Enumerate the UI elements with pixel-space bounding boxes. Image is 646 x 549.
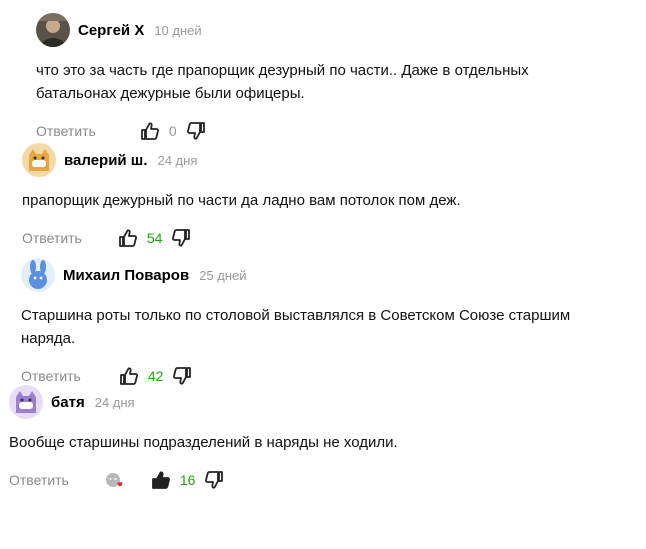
comment: батя 24 дня Вообще старшины подразделени… — [9, 384, 629, 491]
thumbs-down-icon[interactable] — [171, 228, 191, 248]
thumbs-down-icon[interactable] — [186, 121, 206, 141]
comment-date: 24 дня — [157, 152, 198, 168]
thumbs-up-icon[interactable] — [118, 228, 138, 248]
reply-button[interactable]: Ответить — [36, 123, 96, 139]
photo-avatar-icon — [36, 13, 70, 47]
thumbs-down-icon[interactable] — [204, 470, 224, 490]
comment-text: прапорщик дежурный по части да ладно вам… — [22, 192, 461, 209]
like-count: 54 — [146, 230, 163, 246]
reply-button[interactable]: Ответить — [22, 230, 82, 246]
avatar[interactable] — [22, 143, 56, 177]
reactions-icon[interactable] — [105, 471, 123, 489]
bunny-avatar-icon — [21, 258, 55, 292]
author-name[interactable]: батя — [51, 394, 85, 411]
comment-text: что это за часть где прапорщик дезурный … — [36, 62, 529, 102]
thumbs-up-icon[interactable] — [151, 470, 171, 490]
reply-button[interactable]: Ответить — [9, 472, 69, 488]
thumbs-up-icon[interactable] — [140, 121, 160, 141]
comment-date: 25 дней — [199, 267, 247, 283]
comment-date: 24 дня — [94, 394, 135, 410]
author-name[interactable]: Михаил Поваров — [63, 267, 189, 284]
like-count: 16 — [179, 472, 196, 488]
avatar[interactable] — [21, 258, 55, 292]
comment-date: 10 дней — [154, 22, 202, 38]
cat-avatar-icon — [9, 385, 43, 419]
like-count: 42 — [147, 368, 164, 384]
author-name[interactable]: валерий ш. — [64, 152, 147, 169]
comment-text: Вообще старшины подразделений в наряды н… — [9, 434, 398, 451]
comment: валерий ш. 24 дня прапорщик дежурный по … — [22, 142, 622, 249]
comment-text: Старшина роты только по столовой выставл… — [21, 307, 571, 347]
reply-button[interactable]: Ответить — [21, 368, 81, 384]
cat-avatar-icon — [22, 143, 56, 177]
thumbs-down-icon[interactable] — [172, 366, 192, 386]
avatar[interactable] — [9, 385, 43, 419]
author-name[interactable]: Сергей X — [78, 22, 144, 39]
comment: Сергей X 10 дней что это за часть где пр… — [36, 12, 616, 142]
comment: Михаил Поваров 25 дней Старшина роты тол… — [21, 257, 621, 387]
thumbs-up-icon[interactable] — [119, 366, 139, 386]
avatar[interactable] — [36, 13, 70, 47]
like-count: 0 — [168, 123, 177, 139]
